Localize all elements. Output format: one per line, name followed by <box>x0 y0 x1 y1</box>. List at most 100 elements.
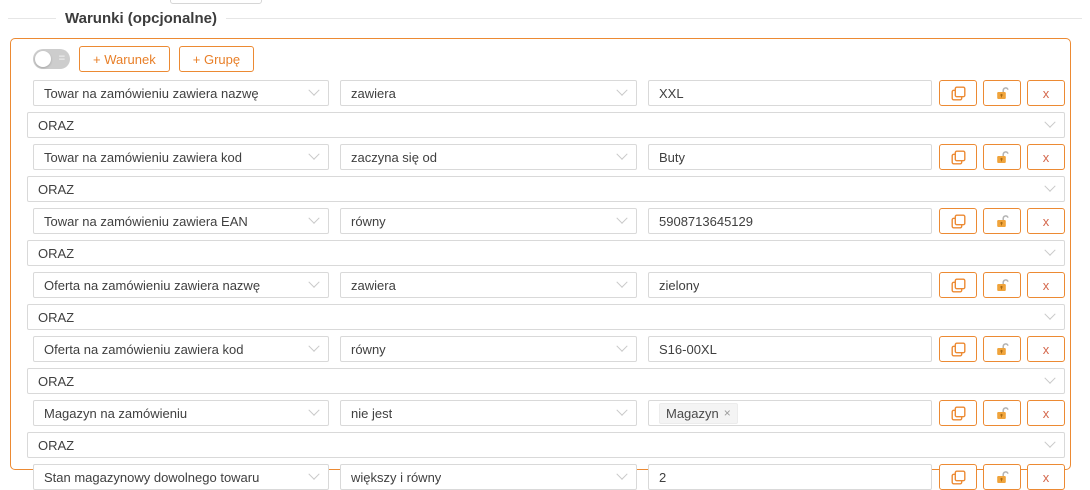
copy-icon <box>951 150 966 165</box>
unlock-icon <box>995 406 1010 421</box>
chevron-down-icon <box>308 469 319 480</box>
chevron-down-icon <box>308 213 319 224</box>
condition-value-input[interactable]: XXL <box>648 80 932 106</box>
lock-condition-button[interactable] <box>983 144 1021 170</box>
condition-operator-select[interactable]: równy <box>340 336 637 362</box>
delete-condition-button[interactable]: x <box>1027 400 1065 426</box>
condition-value-text: S16-00XL <box>659 342 717 357</box>
logic-operator-select[interactable]: ORAZ <box>27 432 1065 458</box>
delete-condition-button[interactable]: x <box>1027 208 1065 234</box>
delete-condition-button[interactable]: x <box>1027 464 1065 490</box>
row-actions: x <box>939 464 1065 490</box>
row-actions: x <box>939 272 1065 298</box>
condition-field-value: Towar na zamówieniu zawiera EAN <box>44 214 248 229</box>
condition-field-select[interactable]: Towar na zamówieniu zawiera EAN <box>33 208 329 234</box>
condition-field-value: Magazyn na zamówieniu <box>44 406 187 421</box>
duplicate-condition-button[interactable] <box>939 80 977 106</box>
condition-field-select[interactable]: Stan magazynowy dowolnego towaru <box>33 464 329 490</box>
condition-field-select[interactable]: Towar na zamówieniu zawiera kod <box>33 144 329 170</box>
condition-value-text: 2 <box>659 470 666 485</box>
value-tag-chip: Magazyn × <box>659 403 738 424</box>
chevron-down-icon <box>616 341 627 352</box>
condition-row: Oferta na zamówieniu zawiera nazwę zawie… <box>33 272 1065 298</box>
condition-operator-value: równy <box>351 342 386 357</box>
condition-value-text: 5908713645129 <box>659 214 753 229</box>
condition-operator-value: większy i równy <box>351 470 441 485</box>
row-actions: x <box>939 336 1065 362</box>
logic-operator-select[interactable]: ORAZ <box>27 176 1065 202</box>
condition-field-select[interactable]: Oferta na zamówieniu zawiera nazwę <box>33 272 329 298</box>
condition-value-input[interactable]: Magazyn × <box>648 400 932 426</box>
duplicate-condition-button[interactable] <box>939 144 977 170</box>
duplicate-condition-button[interactable] <box>939 464 977 490</box>
condition-operator-select[interactable]: zawiera <box>340 80 637 106</box>
condition-field-select[interactable]: Towar na zamówieniu zawiera nazwę <box>33 80 329 106</box>
add-condition-button[interactable]: + Warunek <box>79 46 170 72</box>
chevron-down-icon <box>616 213 627 224</box>
unlock-icon <box>995 278 1010 293</box>
logic-operator-select[interactable]: ORAZ <box>27 368 1065 394</box>
row-actions: x <box>939 144 1065 170</box>
lock-condition-button[interactable] <box>983 272 1021 298</box>
condition-value-text: zielony <box>659 278 699 293</box>
lock-condition-button[interactable] <box>983 400 1021 426</box>
condition-operator-select[interactable]: nie jest <box>340 400 637 426</box>
chevron-down-icon <box>1044 373 1055 384</box>
chevron-down-icon <box>308 277 319 288</box>
condition-value-input[interactable]: Buty <box>648 144 932 170</box>
condition-field-value: Towar na zamówieniu zawiera nazwę <box>44 86 259 101</box>
condition-field-select[interactable]: Oferta na zamówieniu zawiera kod <box>33 336 329 362</box>
condition-row: Towar na zamówieniu zawiera kod zaczyna … <box>33 144 1065 170</box>
chevron-down-icon <box>308 341 319 352</box>
duplicate-condition-button[interactable] <box>939 336 977 362</box>
conditions-toolbar: = + Warunek + Grupę <box>33 46 1065 72</box>
condition-value-text: XXL <box>659 86 684 101</box>
toggle-knob <box>35 51 51 67</box>
condition-operator-select[interactable]: zaczyna się od <box>340 144 637 170</box>
delete-x-label: x <box>1043 407 1050 420</box>
logic-operator-select[interactable]: ORAZ <box>27 240 1065 266</box>
lock-condition-button[interactable] <box>983 464 1021 490</box>
section-header: Warunki (opcjonalne) <box>8 9 1082 27</box>
lock-condition-button[interactable] <box>983 336 1021 362</box>
delete-x-label: x <box>1043 279 1050 292</box>
logic-operator-value: ORAZ <box>38 310 74 325</box>
condition-value-input[interactable]: 5908713645129 <box>648 208 932 234</box>
logic-operator-select[interactable]: ORAZ <box>27 112 1065 138</box>
condition-operator-select[interactable]: zawiera <box>340 272 637 298</box>
condition-row: Stan magazynowy dowolnego towaru większy… <box>33 464 1065 490</box>
duplicate-condition-button[interactable] <box>939 272 977 298</box>
chevron-down-icon <box>616 85 627 96</box>
delete-x-label: x <box>1043 87 1050 100</box>
condition-operator-select[interactable]: większy i równy <box>340 464 637 490</box>
condition-value-input[interactable]: zielony <box>648 272 932 298</box>
condition-operator-value: równy <box>351 214 386 229</box>
row-actions: x <box>939 80 1065 106</box>
condition-value-input[interactable]: S16-00XL <box>648 336 932 362</box>
conditions-toggle-switch[interactable]: = <box>33 49 70 69</box>
value-tag-label: Magazyn <box>666 405 719 422</box>
unlock-icon <box>995 470 1010 485</box>
delete-condition-button[interactable]: x <box>1027 272 1065 298</box>
condition-operator-select[interactable]: równy <box>340 208 637 234</box>
logic-operator-select[interactable]: ORAZ <box>27 304 1065 330</box>
copy-icon <box>951 278 966 293</box>
lock-condition-button[interactable] <box>983 80 1021 106</box>
chevron-down-icon <box>308 149 319 160</box>
copy-icon <box>951 342 966 357</box>
lock-condition-button[interactable] <box>983 208 1021 234</box>
condition-value-input[interactable]: 2 <box>648 464 932 490</box>
duplicate-condition-button[interactable] <box>939 400 977 426</box>
condition-field-select[interactable]: Magazyn na zamówieniu <box>33 400 329 426</box>
row-actions: x <box>939 400 1065 426</box>
delete-condition-button[interactable]: x <box>1027 144 1065 170</box>
chevron-down-icon <box>1044 309 1055 320</box>
add-group-button[interactable]: + Grupę <box>179 46 254 72</box>
remove-tag-icon[interactable]: × <box>724 405 731 422</box>
delete-condition-button[interactable]: x <box>1027 80 1065 106</box>
duplicate-condition-button[interactable] <box>939 208 977 234</box>
logic-operator-value: ORAZ <box>38 246 74 261</box>
condition-row: Magazyn na zamówieniu nie jest Magazyn × <box>33 400 1065 426</box>
chevron-down-icon <box>616 469 627 480</box>
delete-condition-button[interactable]: x <box>1027 336 1065 362</box>
